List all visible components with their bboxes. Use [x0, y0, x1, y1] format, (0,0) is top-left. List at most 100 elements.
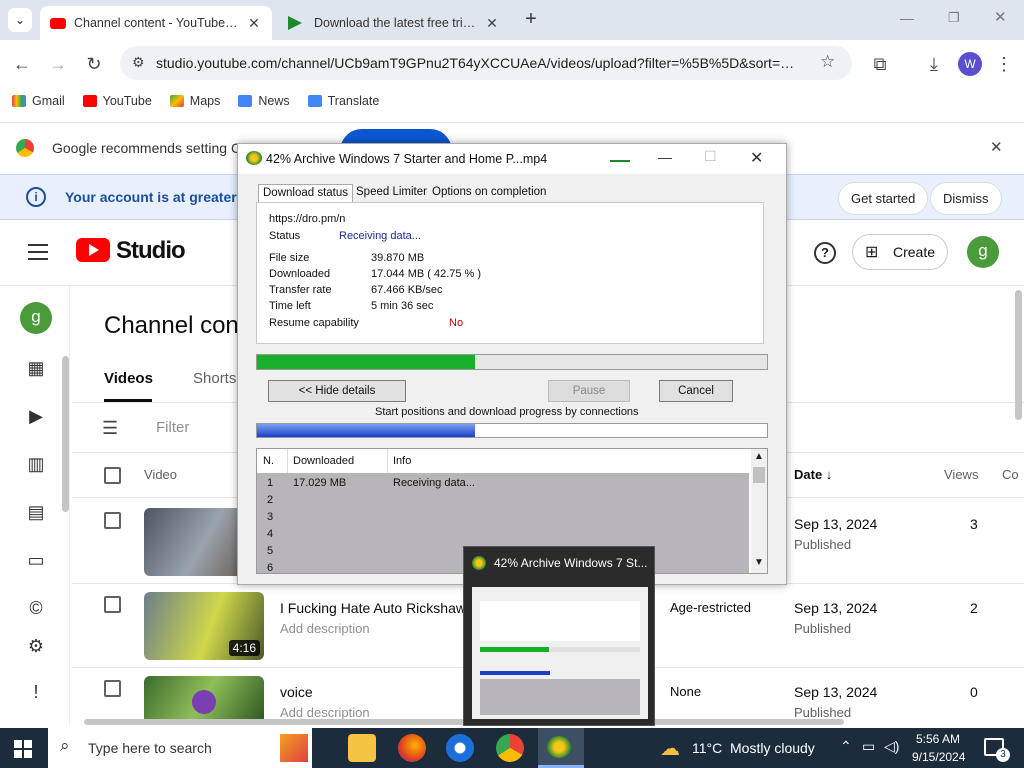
connections-scrollbar[interactable]: ▲ ▼ — [751, 449, 767, 573]
youtube-logo-icon[interactable] — [76, 238, 110, 262]
scroll-thumb[interactable] — [753, 467, 765, 483]
tray-chevron-icon[interactable]: ⌃ — [840, 738, 852, 755]
idm-title-bar[interactable]: 42% Archive Windows 7 Starter and Home P… — [238, 144, 786, 174]
chromium-icon[interactable] — [446, 734, 474, 762]
firefox-icon[interactable] — [398, 734, 426, 762]
maximize-icon[interactable]: ☐ — [704, 148, 717, 165]
tab-options-on-completion[interactable]: Options on completion — [428, 184, 550, 204]
get-started-button[interactable]: Get started — [838, 182, 929, 215]
tab-search-chevron-icon[interactable]: ⌄ — [8, 8, 32, 32]
sidebar-channel-avatar[interactable]: g — [20, 302, 52, 334]
select-all-checkbox[interactable] — [104, 467, 121, 484]
row-title[interactable]: I Fucking Hate Auto Rickshaw — [280, 600, 466, 616]
forward-icon[interactable]: → — [46, 52, 70, 76]
volume-icon[interactable]: ◁) — [884, 738, 899, 755]
pause-button[interactable]: Pause — [548, 380, 630, 402]
col-views[interactable]: Views — [944, 467, 978, 482]
taskbar-search-box[interactable]: ⌕ Type here to search — [48, 728, 312, 768]
bookmark-translate[interactable]: Translate — [307, 94, 379, 108]
row-title[interactable]: voice — [280, 684, 313, 700]
analytics-icon[interactable]: ▥ — [24, 454, 48, 478]
filter-icon[interactable]: ☰ — [102, 418, 118, 439]
connection-row[interactable]: 6 — [267, 562, 273, 574]
row-checkbox[interactable] — [104, 512, 121, 529]
close-icon[interactable]: ✕ — [750, 148, 763, 168]
address-bar[interactable]: ⚙ studio.youtube.com/channel/UCb9amT9GPn… — [120, 46, 852, 80]
bookmark-gmail[interactable]: Gmail — [12, 94, 65, 108]
bookmark-maps[interactable]: Maps — [169, 94, 220, 108]
infobar-text: Google recommends setting Chr — [52, 140, 254, 156]
taskbar-thumbnail-preview[interactable]: 42% Archive Windows 7 St... — [463, 546, 655, 726]
sidebar-scrollbar[interactable] — [62, 356, 69, 512]
reload-icon[interactable]: ↻ — [82, 52, 106, 76]
tab-channel-content[interactable]: Channel content - YouTube Stu ✕ — [40, 6, 272, 40]
connection-row[interactable]: 5 — [267, 545, 273, 557]
idm-download-dialog: 42% Archive Windows 7 Starter and Home P… — [237, 143, 787, 585]
create-button[interactable]: ⊞ Create — [852, 234, 948, 270]
site-info-icon[interactable]: ⚙ — [132, 54, 145, 71]
connection-row[interactable]: 1 17.029 MB Receiving data... — [257, 475, 749, 491]
weather-icon[interactable]: ☁ — [660, 736, 680, 761]
col-comments[interactable]: Co — [1002, 467, 1019, 482]
studio-logo-text[interactable]: Studio — [116, 237, 186, 265]
bookmark-youtube[interactable]: YouTube — [82, 94, 152, 108]
video-thumbnail[interactable]: 4:16 — [144, 592, 264, 660]
dashboard-icon[interactable]: ▦ — [24, 358, 48, 382]
back-icon[interactable]: ← — [10, 52, 34, 76]
clock-date[interactable]: 9/15/2024 — [912, 750, 965, 764]
row-add-description[interactable]: Add description — [280, 621, 370, 636]
connection-row[interactable]: 2 — [267, 494, 273, 506]
windows-start-icon[interactable] — [14, 740, 32, 758]
close-icon[interactable]: ✕ — [246, 15, 262, 32]
close-icon[interactable]: ✕ — [484, 15, 500, 32]
chrome-icon[interactable] — [496, 734, 524, 762]
clock-time[interactable]: 5:56 AM — [916, 732, 960, 746]
row-checkbox[interactable] — [104, 596, 121, 613]
col-date[interactable]: Date ↓ — [794, 467, 832, 482]
extensions-icon[interactable]: ⧉ — [868, 52, 892, 76]
tab-speed-limiter[interactable]: Speed Limiter — [352, 184, 431, 204]
connection-row[interactable]: 3 — [267, 511, 273, 523]
filter-input[interactable]: Filter — [156, 419, 189, 436]
video-thumbnail[interactable] — [144, 676, 264, 720]
content-icon[interactable]: ▶ — [24, 406, 48, 430]
tab-download-status[interactable]: Download status — [258, 184, 354, 204]
minimize-icon[interactable]: — — [658, 149, 672, 165]
feedback-icon[interactable]: ! — [24, 682, 48, 706]
bookmark-news[interactable]: News — [238, 94, 290, 108]
scroll-up-icon[interactable]: ▲ — [754, 451, 764, 462]
weather-temp[interactable]: 11°C — [692, 740, 722, 756]
copyright-icon[interactable]: © — [24, 598, 48, 622]
help-icon[interactable]: ? — [814, 242, 836, 264]
row-status: Published — [794, 621, 852, 636]
file-explorer-icon[interactable] — [348, 734, 376, 762]
weather-desc[interactable]: Mostly cloudy — [730, 740, 815, 756]
tab-videos[interactable]: Videos — [104, 370, 153, 387]
hide-details-button[interactable]: << Hide details — [268, 380, 406, 402]
dismiss-button[interactable]: Dismiss — [930, 182, 1002, 215]
channel-avatar[interactable]: g — [967, 236, 999, 268]
scroll-down-icon[interactable]: ▼ — [754, 557, 764, 568]
comments-icon[interactable]: ▤ — [24, 502, 48, 526]
restore-icon[interactable]: ❐ — [948, 10, 960, 26]
menu-kebab-icon[interactable]: ⋮ — [992, 52, 1016, 76]
download-icon[interactable]: ⤓ — [922, 52, 946, 76]
url-text[interactable]: studio.youtube.com/channel/UCb9amT9GPnu2… — [156, 55, 806, 71]
infobar-close-icon[interactable]: ✕ — [990, 138, 1003, 156]
page-scrollbar[interactable] — [1015, 290, 1022, 420]
network-icon[interactable]: ▭ — [862, 738, 875, 755]
new-tab-icon[interactable]: + — [520, 8, 542, 30]
settings-icon[interactable]: ⚙ — [24, 636, 48, 660]
profile-avatar[interactable]: W — [958, 52, 982, 76]
minimize-icon[interactable]: — — [900, 10, 914, 26]
row-checkbox[interactable] — [104, 680, 121, 697]
tab-shorts[interactable]: Shorts — [193, 370, 236, 387]
tab-download-trial[interactable]: Download the latest free trial v ✕ — [278, 6, 510, 40]
subtitles-icon[interactable]: ▭ — [24, 550, 48, 574]
hamburger-icon[interactable] — [28, 244, 48, 260]
window-close-icon[interactable]: ✕ — [994, 8, 1007, 26]
row-add-description[interactable]: Add description — [280, 705, 370, 720]
cancel-button[interactable]: Cancel — [659, 380, 733, 402]
connection-row[interactable]: 4 — [267, 528, 273, 540]
bookmark-star-icon[interactable]: ☆ — [820, 52, 835, 72]
